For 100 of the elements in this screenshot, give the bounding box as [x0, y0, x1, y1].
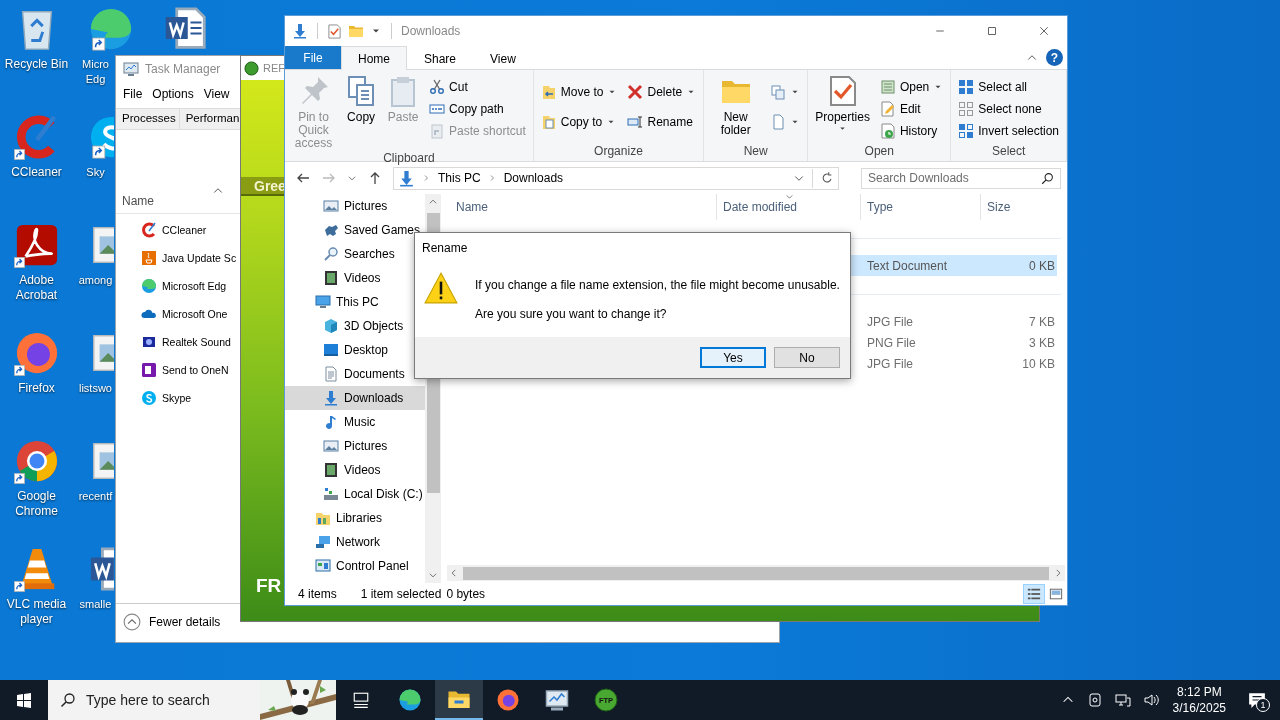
ribbon-button[interactable]: Rename — [624, 111, 700, 133]
search-field[interactable]: Type here to search — [48, 680, 260, 720]
breadcrumb[interactable]: Downloads — [503, 171, 564, 185]
nav-item[interactable]: Downloads — [285, 386, 425, 410]
nav-item[interactable]: Local Disk (C:) — [285, 482, 425, 506]
desktop-shortcut[interactable]: Recycle Bin — [0, 0, 73, 108]
group-label: New — [742, 143, 769, 160]
column-header[interactable]: Size — [981, 194, 1057, 220]
selection-info: 1 item selected — [360, 587, 442, 601]
desktop-shortcut[interactable]: Adobe Acrobat — [0, 216, 73, 324]
nav-item[interactable]: Videos — [285, 458, 425, 482]
desktop-shortcut[interactable]: VLC media player — [0, 540, 73, 648]
clock[interactable]: 8:12 PM 3/16/2025 — [1164, 684, 1234, 716]
view-button[interactable] — [1023, 584, 1045, 604]
taskbar-button[interactable] — [435, 680, 483, 720]
desktop-icon — [323, 342, 339, 358]
recent-locations-icon[interactable] — [347, 173, 357, 183]
dialog-button[interactable]: Yes — [700, 347, 766, 368]
network-icon[interactable] — [1114, 692, 1131, 708]
nav-item[interactable]: Control Panel — [285, 554, 425, 578]
picture-icon — [323, 198, 339, 214]
icon-label[interactable]: smalle — [77, 597, 114, 612]
ribbon-button[interactable]: Properties — [812, 72, 873, 133]
menu-item[interactable]: View — [198, 87, 235, 101]
address-bar[interactable]: This PC Downloads — [393, 166, 839, 190]
file-type: JPG File — [866, 356, 914, 371]
ribbon-button[interactable]: Copy — [342, 72, 381, 124]
nav-item[interactable]: Pictures — [285, 434, 425, 458]
nav-item[interactable]: Network — [285, 530, 425, 554]
process-name[interactable]: Realtek Sound — [162, 336, 231, 348]
pencil-icon — [879, 101, 896, 117]
column-header[interactable]: Date modified — [717, 194, 861, 220]
maximize-icon — [986, 25, 998, 37]
chevron-right-icon — [1053, 568, 1063, 578]
icon-label[interactable]: Sky — [77, 165, 114, 180]
column-header[interactable]: Type — [861, 194, 981, 220]
ribbon-button[interactable]: History — [876, 120, 947, 142]
process-name[interactable]: Send to OneN — [162, 364, 229, 376]
ribbon-tab[interactable]: View — [473, 46, 533, 70]
tab[interactable]: Processes — [116, 109, 180, 129]
breadcrumb[interactable]: This PC — [438, 171, 481, 185]
ribbon-button[interactable]: Cut — [426, 76, 529, 98]
camera-icon[interactable] — [1086, 692, 1103, 708]
ribbon-button[interactable]: Move to — [537, 81, 621, 103]
ribbon-button[interactable]: Edit — [876, 98, 947, 120]
process-name[interactable]: Java Update Sc — [162, 252, 237, 264]
checklist-icon[interactable] — [327, 23, 342, 39]
download-icon[interactable] — [292, 23, 308, 39]
ribbon-button[interactable]: Select all — [955, 76, 1062, 98]
refresh-icon[interactable] — [820, 171, 834, 185]
volume-icon[interactable] — [1142, 692, 1159, 708]
icon-label[interactable]: Micro Edg — [77, 57, 114, 87]
rename-icon — [627, 114, 644, 130]
fewer-details-button[interactable]: Fewer details — [123, 613, 221, 631]
ribbon-tab[interactable]: Share — [407, 46, 474, 70]
process-name[interactable]: Microsoft Edg — [162, 280, 227, 292]
browser-icon — [398, 688, 422, 712]
search-field[interactable]: Search Downloads — [861, 167, 1061, 189]
chevron-up-icon — [428, 197, 438, 207]
ribbon-tab[interactable]: Home — [341, 46, 407, 70]
menu-item[interactable]: Options — [147, 87, 199, 101]
library-icon — [315, 510, 331, 526]
group-label: Clipboard — [382, 150, 436, 166]
ribbon-button[interactable]: Invert selection — [955, 120, 1062, 142]
nav-item[interactable]: Libraries — [285, 506, 425, 530]
ribbon-button[interactable]: Copy to — [537, 111, 621, 133]
banner-label: Gree — [254, 177, 286, 194]
ribbon-button[interactable]: Select none — [955, 98, 1062, 120]
ribbon-button[interactable]: Copy path — [426, 98, 529, 120]
nav-item[interactable]: Pictures — [285, 194, 425, 218]
icon-label[interactable]: recentf — [77, 489, 114, 504]
process-name[interactable]: Skype — [162, 392, 192, 404]
ribbon-button[interactable]: New folder — [708, 72, 764, 137]
file-size: 0 KB — [1028, 258, 1055, 273]
picture-icon — [323, 438, 339, 454]
file-type: PNG File — [866, 335, 917, 350]
file-tab[interactable]: File — [285, 46, 341, 69]
scrollbar[interactable] — [447, 565, 1065, 581]
notification-button[interactable]: 1 — [1234, 680, 1280, 720]
icon-label[interactable]: among — [77, 273, 114, 288]
menu-item[interactable]: File — [118, 87, 148, 101]
ribbon-button[interactable]: Delete — [624, 81, 700, 103]
window-title: Task Manager — [145, 62, 221, 76]
column-header[interactable]: Name — [441, 194, 717, 220]
desktop-shortcut[interactable]: Google Chrome — [0, 432, 73, 540]
control-panel-icon — [315, 558, 331, 574]
dialog-button[interactable]: No — [774, 347, 840, 368]
nav-item[interactable]: Music — [285, 410, 425, 434]
desktop-shortcut[interactable]: CCleaner — [0, 108, 73, 216]
icon-label[interactable]: listswo — [77, 381, 114, 396]
gamepad-icon — [323, 222, 339, 238]
process-name[interactable]: CCleaner — [162, 224, 207, 236]
desktop-shortcut[interactable]: Firefox — [0, 324, 73, 432]
ribbon-button[interactable]: Open — [876, 76, 947, 98]
window-title: REF — [263, 62, 285, 74]
help-button[interactable]: ? — [1046, 49, 1063, 66]
process-name[interactable]: Microsoft One — [162, 308, 228, 320]
drive-icon — [323, 486, 339, 502]
caret-icon — [838, 124, 848, 133]
column-header[interactable]: Name — [122, 194, 154, 208]
